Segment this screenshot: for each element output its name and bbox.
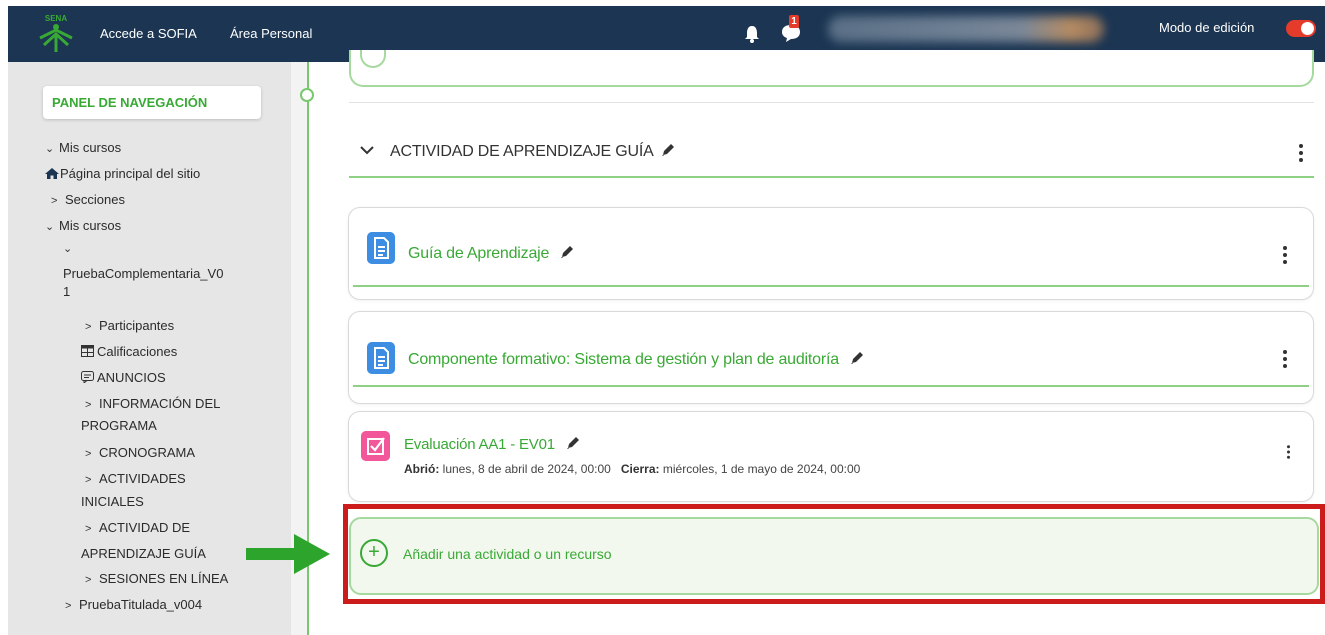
nav-secciones[interactable]: > Secciones <box>51 192 125 207</box>
section-menu-icon[interactable] <box>1299 144 1303 162</box>
nav-course-line2[interactable]: 1 <box>63 284 70 299</box>
nav-calificaciones[interactable]: Calificaciones <box>81 344 177 359</box>
nav-course-line1[interactable]: PruebaComplementaria_V0 <box>63 266 223 281</box>
user-menu-avatar[interactable] <box>828 16 1104 42</box>
chevron-right-icon: > <box>85 399 92 411</box>
activity-title-text[interactable]: Evaluación AA1 - EV01 <box>404 436 555 453</box>
nav-actividades-line2[interactable]: INICIALES <box>81 494 144 509</box>
nav-label: Participantes <box>99 318 175 333</box>
forum-icon <box>81 371 94 383</box>
activity-underline <box>353 285 1309 287</box>
nav-actividades-iniciales[interactable]: > ACTIVIDADES <box>85 471 186 486</box>
activity-card-componente[interactable]: Componente formativo: Sistema de gestión… <box>348 311 1314 404</box>
chevron-right-icon: > <box>85 574 92 586</box>
nav-informacion[interactable]: > INFORMACIÓN DEL <box>85 396 220 411</box>
nav-label: Mis cursos <box>59 218 122 233</box>
closes-label: Cierra: <box>620 462 660 476</box>
chevron-right-icon: > <box>85 448 92 460</box>
nav-label: ACTIVIDADES <box>99 471 186 486</box>
section-divider <box>349 102 1314 103</box>
closes-value: miércoles, 1 de mayo de 2024, 00:00 <box>662 462 861 476</box>
nav-label: Mis cursos <box>59 140 122 155</box>
personal-area-link[interactable]: Área Personal <box>230 26 312 41</box>
pencil-icon[interactable] <box>565 435 581 451</box>
chevron-right-icon: > <box>85 523 92 535</box>
pencil-icon[interactable] <box>559 244 575 260</box>
edit-mode-toggle[interactable] <box>1286 20 1316 37</box>
activity-card-evaluacion[interactable]: Evaluación AA1 - EV01 Abrió: lunes, 8 de… <box>348 411 1314 502</box>
activity-menu-icon[interactable] <box>1287 445 1290 459</box>
course-index-dot <box>300 88 314 102</box>
nav-prueba-titulada[interactable]: > PruebaTitulada_v004 <box>65 597 202 612</box>
sofia-link[interactable]: Accede a SOFIA <box>100 26 197 41</box>
nav-mis-cursos[interactable]: ⌄ Mis cursos <box>45 140 121 155</box>
pencil-icon[interactable] <box>849 350 865 366</box>
nav-label: CRONOGRAMA <box>99 445 196 460</box>
nav-informacion-line2[interactable]: PROGRAMA <box>81 418 157 433</box>
chevron-down-icon[interactable] <box>359 144 375 156</box>
nav-label: PruebaTitulada_v004 <box>79 597 203 612</box>
activity-title[interactable]: Componente formativo: Sistema de gestión… <box>408 350 865 369</box>
sena-logo[interactable]: SENA <box>36 12 76 54</box>
section-title: ACTIVIDAD DE APRENDIZAJE GUÍA <box>390 142 676 161</box>
grades-table-icon <box>81 345 94 357</box>
nav-label: ANUNCIOS <box>97 370 166 385</box>
document-icon <box>367 342 395 374</box>
nav-label: Secciones <box>65 192 125 207</box>
activity-underline <box>353 385 1309 387</box>
section-title-text: ACTIVIDAD DE APRENDIZAJE GUÍA <box>390 143 654 160</box>
green-arrow-annotation <box>246 534 330 574</box>
nav-label: Página principal del sitio <box>60 166 201 181</box>
chevron-right-icon: > <box>65 600 72 612</box>
quiz-icon <box>361 431 390 461</box>
activity-dates: Abrió: lunes, 8 de abril de 2024, 00:00 … <box>404 462 860 476</box>
activity-title-text[interactable]: Guía de Aprendizaje <box>408 245 549 262</box>
chevron-right-icon: > <box>85 474 92 486</box>
activity-menu-icon[interactable] <box>1283 350 1287 368</box>
chevron-right-icon: > <box>51 195 58 207</box>
nav-cronograma[interactable]: > CRONOGRAMA <box>85 445 195 460</box>
nav-label: SESIONES EN LÍNEA <box>99 571 229 586</box>
home-icon <box>45 168 59 179</box>
nav-participantes[interactable]: > Participantes <box>85 318 174 333</box>
nav-sesiones[interactable]: > SESIONES EN LÍNEA <box>85 571 228 586</box>
document-icon <box>367 232 395 264</box>
bell-icon[interactable] <box>743 24 761 44</box>
nav-actividad-aprendizaje[interactable]: > ACTIVIDAD DE <box>85 520 190 535</box>
nav-home[interactable]: Página principal del sitio <box>45 166 200 181</box>
nav-label: INFORMACIÓN DEL <box>99 396 221 411</box>
nav-mis-cursos-2[interactable]: ⌄ Mis cursos <box>45 218 121 233</box>
nav-aprendizaje-line2[interactable]: APRENDIZAJE GUÍA <box>81 546 206 561</box>
nav-label: ACTIVIDAD DE <box>99 520 191 535</box>
panel-title: PANEL DE NAVEGACIÓN <box>43 86 261 119</box>
activity-menu-icon[interactable] <box>1283 246 1287 264</box>
activity-title[interactable]: Evaluación AA1 - EV01 <box>404 435 581 453</box>
section-header: ACTIVIDAD DE APRENDIZAJE GUÍA <box>349 130 1314 178</box>
edit-mode-label: Modo de edición <box>1159 20 1255 35</box>
chevron-down-icon: ⌄ <box>45 221 55 233</box>
previous-section-card <box>349 50 1314 87</box>
chevron-down-icon: ⌄ <box>45 143 55 155</box>
activity-card-guia[interactable]: Guía de Aprendizaje <box>348 207 1314 300</box>
nav-anuncios[interactable]: ANUNCIOS <box>81 370 166 385</box>
opened-value: lunes, 8 de abril de 2024, 00:00 <box>442 462 611 476</box>
opened-label: Abrió: <box>404 462 440 476</box>
highlight-box <box>343 504 1325 604</box>
svg-text:SENA: SENA <box>45 14 67 23</box>
course-chevron-down-icon[interactable]: ⌄ <box>63 240 77 255</box>
nav-label: Calificaciones <box>97 344 178 359</box>
pencil-icon[interactable] <box>660 142 676 158</box>
messages-badge: 1 <box>789 15 799 28</box>
chevron-right-icon: > <box>85 321 92 333</box>
activity-title-text[interactable]: Componente formativo: Sistema de gestión… <box>408 351 839 368</box>
activity-title[interactable]: Guía de Aprendizaje <box>408 244 575 263</box>
